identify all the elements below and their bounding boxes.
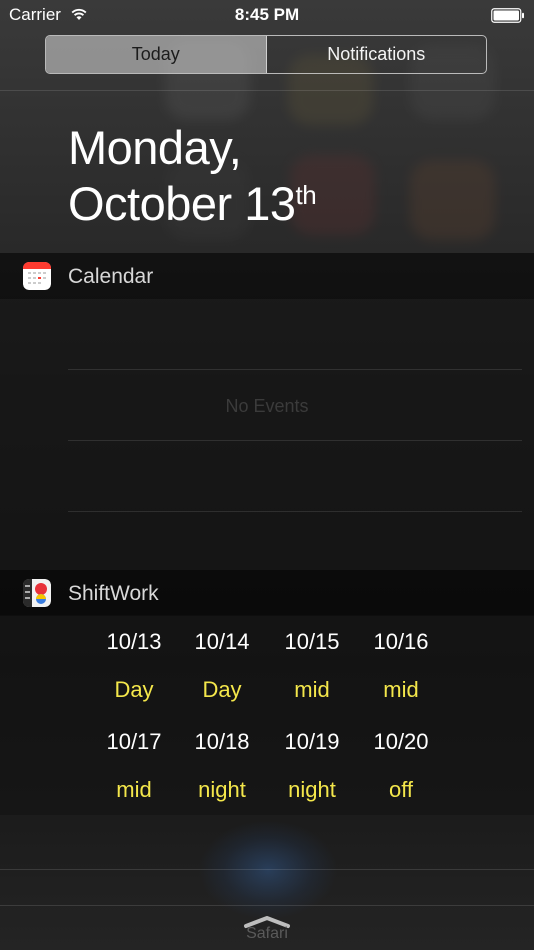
shift-value: night — [288, 777, 336, 802]
tab-today[interactable]: Today — [46, 36, 267, 73]
shift-value: mid — [116, 777, 152, 802]
shift-date: 10/18 — [194, 729, 250, 754]
battery-icon — [491, 8, 524, 23]
background-app-blur — [410, 160, 495, 240]
shiftwork-widget-header[interactable]: ShiftWork — [0, 570, 534, 616]
calendar-widget-body — [0, 299, 534, 570]
shift-date: 10/13 — [106, 629, 162, 654]
shift-date: 10/20 — [373, 729, 429, 754]
shiftwork-app-icon — [23, 579, 51, 607]
shift-date: 10/16 — [373, 629, 429, 654]
today-notifications-segmented-control: Today Notifications — [45, 35, 487, 74]
shift-value: night — [198, 777, 246, 802]
date-heading: Monday, October 13th — [68, 120, 317, 232]
shift-value: mid — [294, 677, 330, 702]
header-divider — [0, 90, 534, 91]
calendar-widget-title: Calendar — [68, 265, 154, 288]
shift-date: 10/19 — [284, 729, 340, 754]
date-ordinal-suffix: th — [295, 180, 317, 210]
shift-value: mid — [383, 677, 419, 702]
calendar-widget-header[interactable]: Calendar — [0, 253, 534, 299]
dock-divider — [0, 905, 534, 906]
date-month-day-text: October 13 — [68, 177, 296, 230]
shift-date: 10/14 — [194, 629, 250, 654]
tab-notifications[interactable]: Notifications — [267, 36, 487, 73]
shift-value: Day — [202, 677, 242, 702]
calendar-divider — [68, 440, 522, 441]
status-time: 8:45 PM — [234, 5, 300, 24]
no-events-label: No Events — [225, 396, 309, 416]
status-bar: Carrier 8:45 PM — [0, 0, 534, 30]
calendar-icon — [23, 262, 51, 290]
shiftwork-widget-title: ShiftWork — [68, 582, 159, 605]
shift-date: 10/15 — [284, 629, 340, 654]
date-month-day: October 13th — [68, 176, 317, 232]
calendar-divider — [68, 369, 522, 370]
shift-date: 10/17 — [106, 729, 162, 754]
dock-divider — [0, 869, 534, 870]
shift-value: Day — [114, 677, 154, 702]
safari-label: Safari — [246, 925, 288, 942]
shift-value: off — [388, 777, 414, 802]
calendar-divider — [68, 511, 522, 512]
date-weekday: Monday, — [68, 121, 242, 174]
